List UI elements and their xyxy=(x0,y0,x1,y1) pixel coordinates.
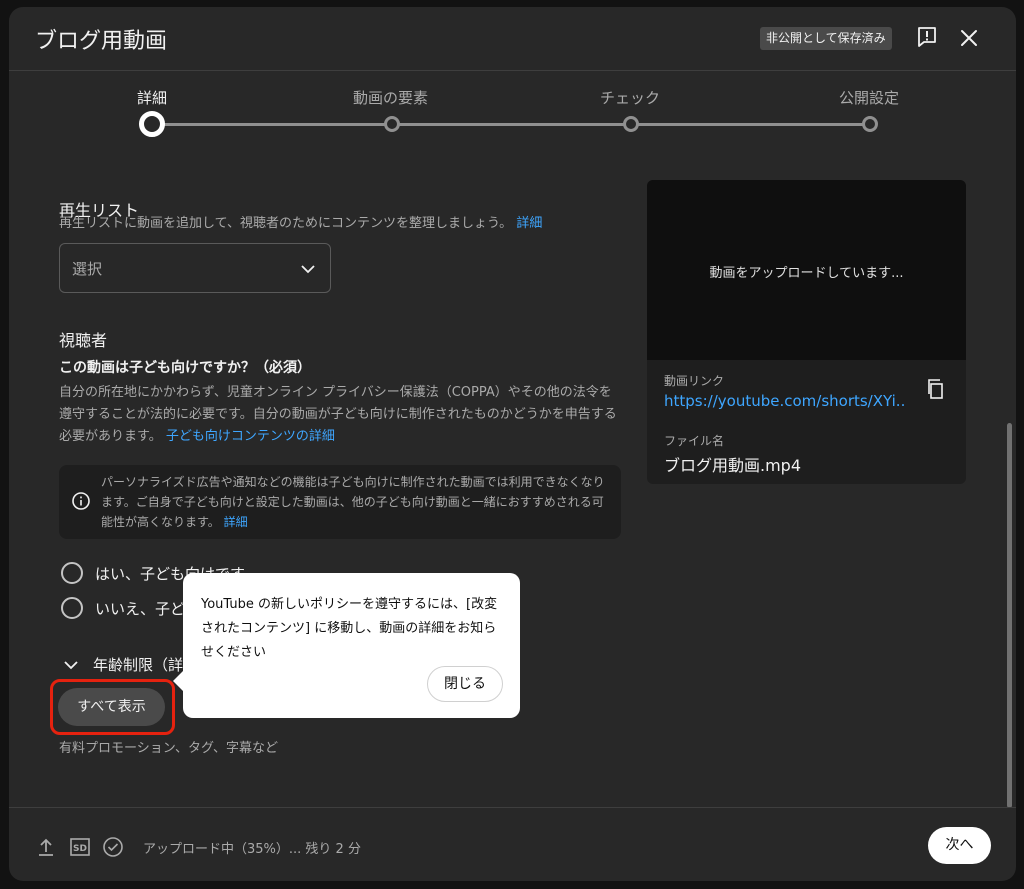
chevron-down-icon xyxy=(301,265,315,274)
saved-status-badge: 非公開として保存済み xyxy=(760,27,892,50)
step-details[interactable]: 詳細 xyxy=(137,87,167,108)
step-checks[interactable]: チェック xyxy=(600,87,660,108)
tooltip-text: YouTube の新しいポリシーを遵守するには、[改変されたコンテンツ] に移動… xyxy=(201,597,498,660)
close-icon xyxy=(961,30,977,46)
radio-circle[interactable] xyxy=(61,562,83,584)
info-icon xyxy=(72,492,90,510)
show-all-button[interactable]: すべて表示 xyxy=(58,688,165,726)
video-link-label: 動画リンク xyxy=(664,374,725,388)
svg-text:SD: SD xyxy=(73,844,87,854)
step-dot-video-elements[interactable] xyxy=(384,116,400,132)
audience-title: 視聴者 xyxy=(59,331,108,350)
playlist-learn-more-link[interactable]: 詳細 xyxy=(516,216,542,231)
show-all-description: 有料プロモーション、タグ、字幕など xyxy=(59,741,279,756)
video-preview: 動画をアップロードしています... xyxy=(647,180,966,360)
playlist-select[interactable]: 選択 xyxy=(59,243,331,293)
video-link[interactable]: https://youtube.com/shorts/XYi... xyxy=(664,392,904,410)
audience-description-text: 自分の所在地にかかわらず、児童オンライン プライバシー保護法（COPPA）やその… xyxy=(59,385,617,444)
video-info-card: 動画をアップロードしています... 動画リンク https://youtube.… xyxy=(647,180,966,484)
preview-status-text: 動画をアップロードしています... xyxy=(709,266,904,281)
policy-tooltip: YouTube の新しいポリシーを遵守するには、[改変されたコンテンツ] に移動… xyxy=(173,573,520,718)
step-visibility[interactable]: 公開設定 xyxy=(839,87,899,108)
info-text: パーソナライズド広告や通知などの機能は子ども向けに制作された動画では利用できなく… xyxy=(101,472,611,532)
dialog-footer: SD アップロード中（35%）... 残り 2 分 次へ xyxy=(9,807,1016,881)
check-circle-icon xyxy=(103,837,123,857)
upload-icon xyxy=(39,838,53,856)
close-button[interactable] xyxy=(957,26,981,50)
age-restriction-label: 年齢制限（詳 xyxy=(93,656,184,674)
scrollbar[interactable] xyxy=(1007,423,1012,808)
stepper-track xyxy=(159,123,871,126)
file-name: ブログ用動画.mp4 xyxy=(664,456,802,475)
radio-no-label: いいえ、子ど xyxy=(95,600,186,618)
playlist-description-text: 再生リストに動画を追加して、視聴者のためにコンテンツを整理しましょう。 xyxy=(59,216,513,231)
dialog-title: ブログ用動画 xyxy=(35,29,168,54)
radio-circle[interactable] xyxy=(61,597,83,619)
kids-content-learn-more-link[interactable]: 子ども向けコンテンツの詳細 xyxy=(166,429,335,444)
progress-stepper: 詳細 動画の要素 チェック 公開設定 xyxy=(9,71,1016,171)
info-learn-more-link[interactable]: 詳細 xyxy=(224,515,248,529)
dialog-header: ブログ用動画 非公開として保存済み xyxy=(9,7,1016,71)
info-text-body: パーソナライズド広告や通知などの機能は子ども向けに制作された動画では利用できなく… xyxy=(101,475,605,529)
step-video-elements[interactable]: 動画の要素 xyxy=(353,87,428,108)
chevron-down-icon xyxy=(64,661,78,670)
upload-dialog: ブログ用動画 非公開として保存済み 詳細 動画の要素 チェック 公開設定 再生リ… xyxy=(9,7,1016,881)
audience-question: この動画は子ども向けですか？（必須） xyxy=(59,360,311,376)
playlist-select-value: 選択 xyxy=(72,260,103,278)
step-dot-visibility[interactable] xyxy=(862,116,878,132)
file-name-label: ファイル名 xyxy=(664,434,725,448)
step-dot-details[interactable] xyxy=(139,111,165,137)
tooltip-close-button[interactable]: 閉じる xyxy=(427,666,503,702)
tooltip-arrow xyxy=(173,671,183,691)
info-box: パーソナライズド広告や通知などの機能は子ども向けに制作された動画では利用できなく… xyxy=(59,465,621,539)
feedback-button[interactable] xyxy=(915,25,939,49)
playlist-description: 再生リストに動画を追加して、視聴者のためにコンテンツを整理しましょう。 詳細 xyxy=(59,213,542,235)
feedback-icon xyxy=(918,27,936,47)
next-button[interactable]: 次へ xyxy=(928,827,991,864)
upload-status: アップロード中（35%）... 残り 2 分 xyxy=(143,842,361,857)
copy-icon xyxy=(928,379,943,399)
step-dot-checks[interactable] xyxy=(623,116,639,132)
sd-icon: SD xyxy=(70,838,90,856)
copy-link-button[interactable] xyxy=(925,378,947,400)
audience-description: 自分の所在地にかかわらず、児童オンライン プライバシー保護法（COPPA）やその… xyxy=(59,382,624,448)
